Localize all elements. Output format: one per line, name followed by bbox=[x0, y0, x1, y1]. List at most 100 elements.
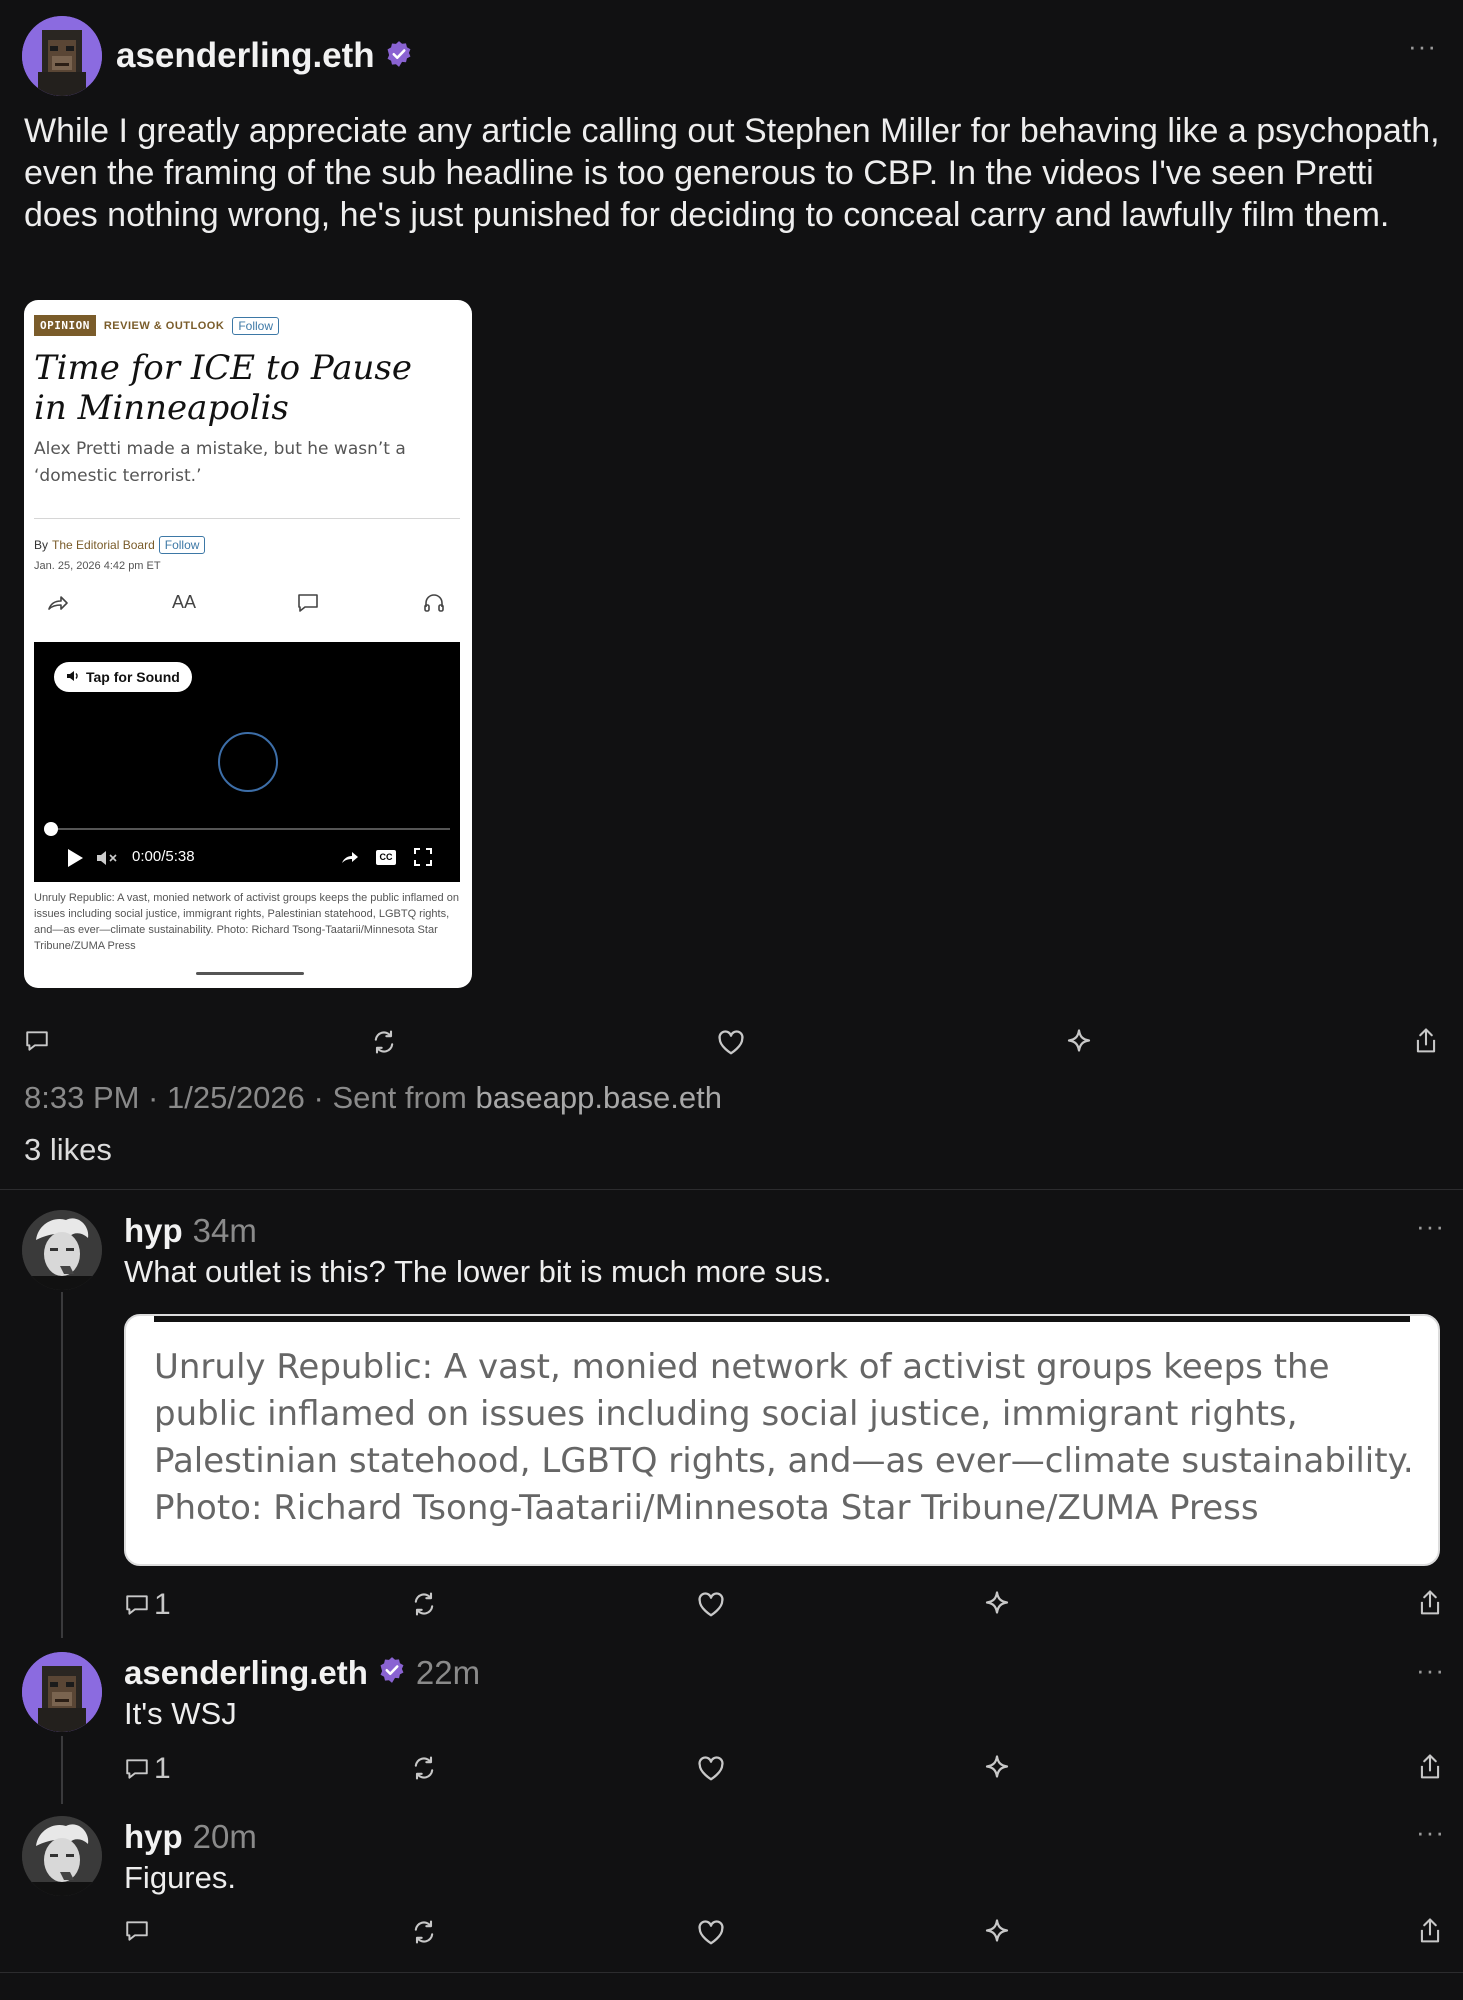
like-icon bbox=[718, 1030, 744, 1055]
article-share-icon bbox=[46, 592, 70, 619]
recast-icon bbox=[414, 1592, 434, 1616]
video-time: 0:00/5:38 bbox=[132, 848, 195, 865]
article-dek: Alex Pretti made a mistake, but he wasn’… bbox=[34, 439, 406, 486]
like-button[interactable] bbox=[696, 1918, 726, 1946]
more-icon[interactable]: ··· bbox=[1416, 1819, 1445, 1845]
share-button[interactable] bbox=[1416, 1752, 1444, 1782]
article-rule bbox=[34, 518, 460, 519]
reply-author[interactable]: hyp bbox=[124, 1818, 183, 1856]
recast-button[interactable] bbox=[410, 1590, 438, 1618]
likes-count[interactable]: 3 likes bbox=[24, 1132, 112, 1168]
video-caption: Unruly Republic: A vast, monied network … bbox=[34, 892, 459, 952]
verified-icon bbox=[385, 40, 413, 73]
reply-body: Figures. bbox=[124, 1860, 236, 1895]
reply-button[interactable]: 1 bbox=[124, 1752, 171, 1786]
article-kicker: OPINION REVIEW & OUTLOOK Follow bbox=[34, 315, 279, 336]
sparkle-button[interactable] bbox=[982, 1590, 1012, 1620]
like-button[interactable] bbox=[716, 1028, 746, 1056]
quote-top-bar bbox=[154, 1316, 1410, 1322]
avatar[interactable] bbox=[22, 1652, 102, 1732]
reply-icon bbox=[26, 1031, 48, 1051]
share-icon bbox=[1416, 1028, 1436, 1053]
sparkle-icon bbox=[985, 1755, 1009, 1778]
more-icon[interactable]: ··· bbox=[1416, 1213, 1445, 1239]
like-icon bbox=[698, 1920, 724, 1945]
text-size-icon: AA bbox=[172, 592, 197, 612]
recast-button[interactable] bbox=[410, 1918, 438, 1946]
speaker-icon bbox=[66, 669, 80, 685]
recast-icon bbox=[374, 1030, 394, 1054]
thread-line bbox=[61, 1736, 63, 1804]
quoted-image[interactable]: Unruly Republic: A vast, monied network … bbox=[124, 1314, 1440, 1566]
share-icon bbox=[1420, 1918, 1440, 1943]
like-button[interactable] bbox=[696, 1754, 726, 1782]
reply-author[interactable]: asenderling.eth bbox=[124, 1654, 368, 1692]
reply-time: 22m bbox=[415, 1654, 481, 1691]
share-icon bbox=[1420, 1590, 1440, 1615]
reply-button[interactable]: 1 bbox=[124, 1588, 171, 1622]
post-source-link[interactable]: baseapp.base.eth bbox=[475, 1080, 722, 1115]
reply-icon bbox=[126, 1595, 148, 1615]
tap-for-sound-pill: Tap for Sound bbox=[54, 662, 192, 692]
reply-icon bbox=[126, 1921, 148, 1941]
closed-captions-icon: CC bbox=[376, 850, 396, 865]
post-meta: 8:33 PM · 1/25/2026 · Sent from baseapp.… bbox=[24, 1080, 722, 1116]
video-player: Tap for Sound 0:00/5:38 CC bbox=[34, 642, 460, 882]
byline: By The Editorial Board Follow bbox=[34, 536, 206, 554]
more-icon[interactable]: ··· bbox=[1408, 33, 1437, 59]
reply-time: 34m bbox=[192, 1212, 257, 1249]
avatar[interactable] bbox=[22, 1816, 102, 1896]
recast-button[interactable] bbox=[370, 1028, 398, 1056]
post-timestamp: 8:33 PM · 1/25/2026 · Sent from bbox=[24, 1080, 476, 1115]
avatar[interactable] bbox=[22, 1210, 102, 1290]
sparkle-button[interactable] bbox=[982, 1918, 1012, 1948]
avatar[interactable] bbox=[22, 16, 102, 96]
ape-avatar-image bbox=[22, 16, 102, 96]
loading-spinner bbox=[218, 732, 278, 792]
mute-icon bbox=[96, 850, 118, 871]
byline-author: The Editorial Board bbox=[52, 538, 155, 552]
home-indicator bbox=[196, 972, 304, 975]
sparkle-icon bbox=[985, 1919, 1009, 1942]
sparkle-button[interactable] bbox=[982, 1754, 1012, 1784]
sparkle-button[interactable] bbox=[1064, 1028, 1094, 1058]
recast-icon bbox=[414, 1756, 434, 1780]
byline-follow-button: Follow bbox=[158, 536, 206, 554]
share-button[interactable] bbox=[1416, 1588, 1444, 1618]
progress-track bbox=[50, 828, 450, 830]
reply-button[interactable] bbox=[24, 1028, 50, 1054]
reply-body: It's WSJ bbox=[124, 1696, 237, 1731]
quoted-caption: Unruly Republic: A vast, monied network … bbox=[154, 1347, 1414, 1528]
divider bbox=[0, 1972, 1463, 1973]
reply-author[interactable]: hyp bbox=[124, 1212, 183, 1250]
recast-button[interactable] bbox=[410, 1754, 438, 1782]
opinion-tag: OPINION bbox=[34, 315, 96, 336]
section-label: REVIEW & OUTLOOK bbox=[103, 319, 225, 332]
sparkle-icon bbox=[985, 1591, 1009, 1614]
byline-prefix: By bbox=[34, 538, 49, 552]
reply-body: What outlet is this? The lower bit is mu… bbox=[124, 1254, 832, 1289]
fullscreen-icon bbox=[414, 848, 432, 871]
reply-time: 20m bbox=[192, 1818, 257, 1855]
post-body: While I greatly appreciate any article c… bbox=[24, 112, 1440, 234]
sparkle-icon bbox=[1067, 1029, 1091, 1052]
embedded-article-image[interactable]: OPINION REVIEW & OUTLOOK Follow Time for… bbox=[24, 300, 472, 988]
share-button[interactable] bbox=[1412, 1026, 1440, 1056]
author-name[interactable]: asenderling.eth bbox=[116, 36, 375, 76]
divider bbox=[0, 1189, 1463, 1190]
like-button[interactable] bbox=[696, 1590, 726, 1618]
comment-icon bbox=[296, 592, 320, 619]
like-icon bbox=[698, 1592, 724, 1617]
ape-avatar-image bbox=[22, 1652, 102, 1732]
post-author-row: asenderling.eth bbox=[116, 36, 413, 76]
reply-count: 1 bbox=[154, 1752, 171, 1785]
recast-icon bbox=[414, 1920, 434, 1944]
article-headline: Time for ICE to Pause in Minneapolis bbox=[34, 348, 412, 428]
share-button[interactable] bbox=[1416, 1916, 1444, 1946]
reply-header: hyp 20m bbox=[124, 1818, 257, 1856]
reply-button[interactable] bbox=[124, 1918, 150, 1944]
play-icon bbox=[66, 848, 84, 873]
more-icon[interactable]: ··· bbox=[1416, 1657, 1445, 1683]
article-date: Jan. 25, 2026 4:42 pm ET bbox=[34, 560, 161, 572]
reply-header: hyp 34m bbox=[124, 1212, 257, 1250]
